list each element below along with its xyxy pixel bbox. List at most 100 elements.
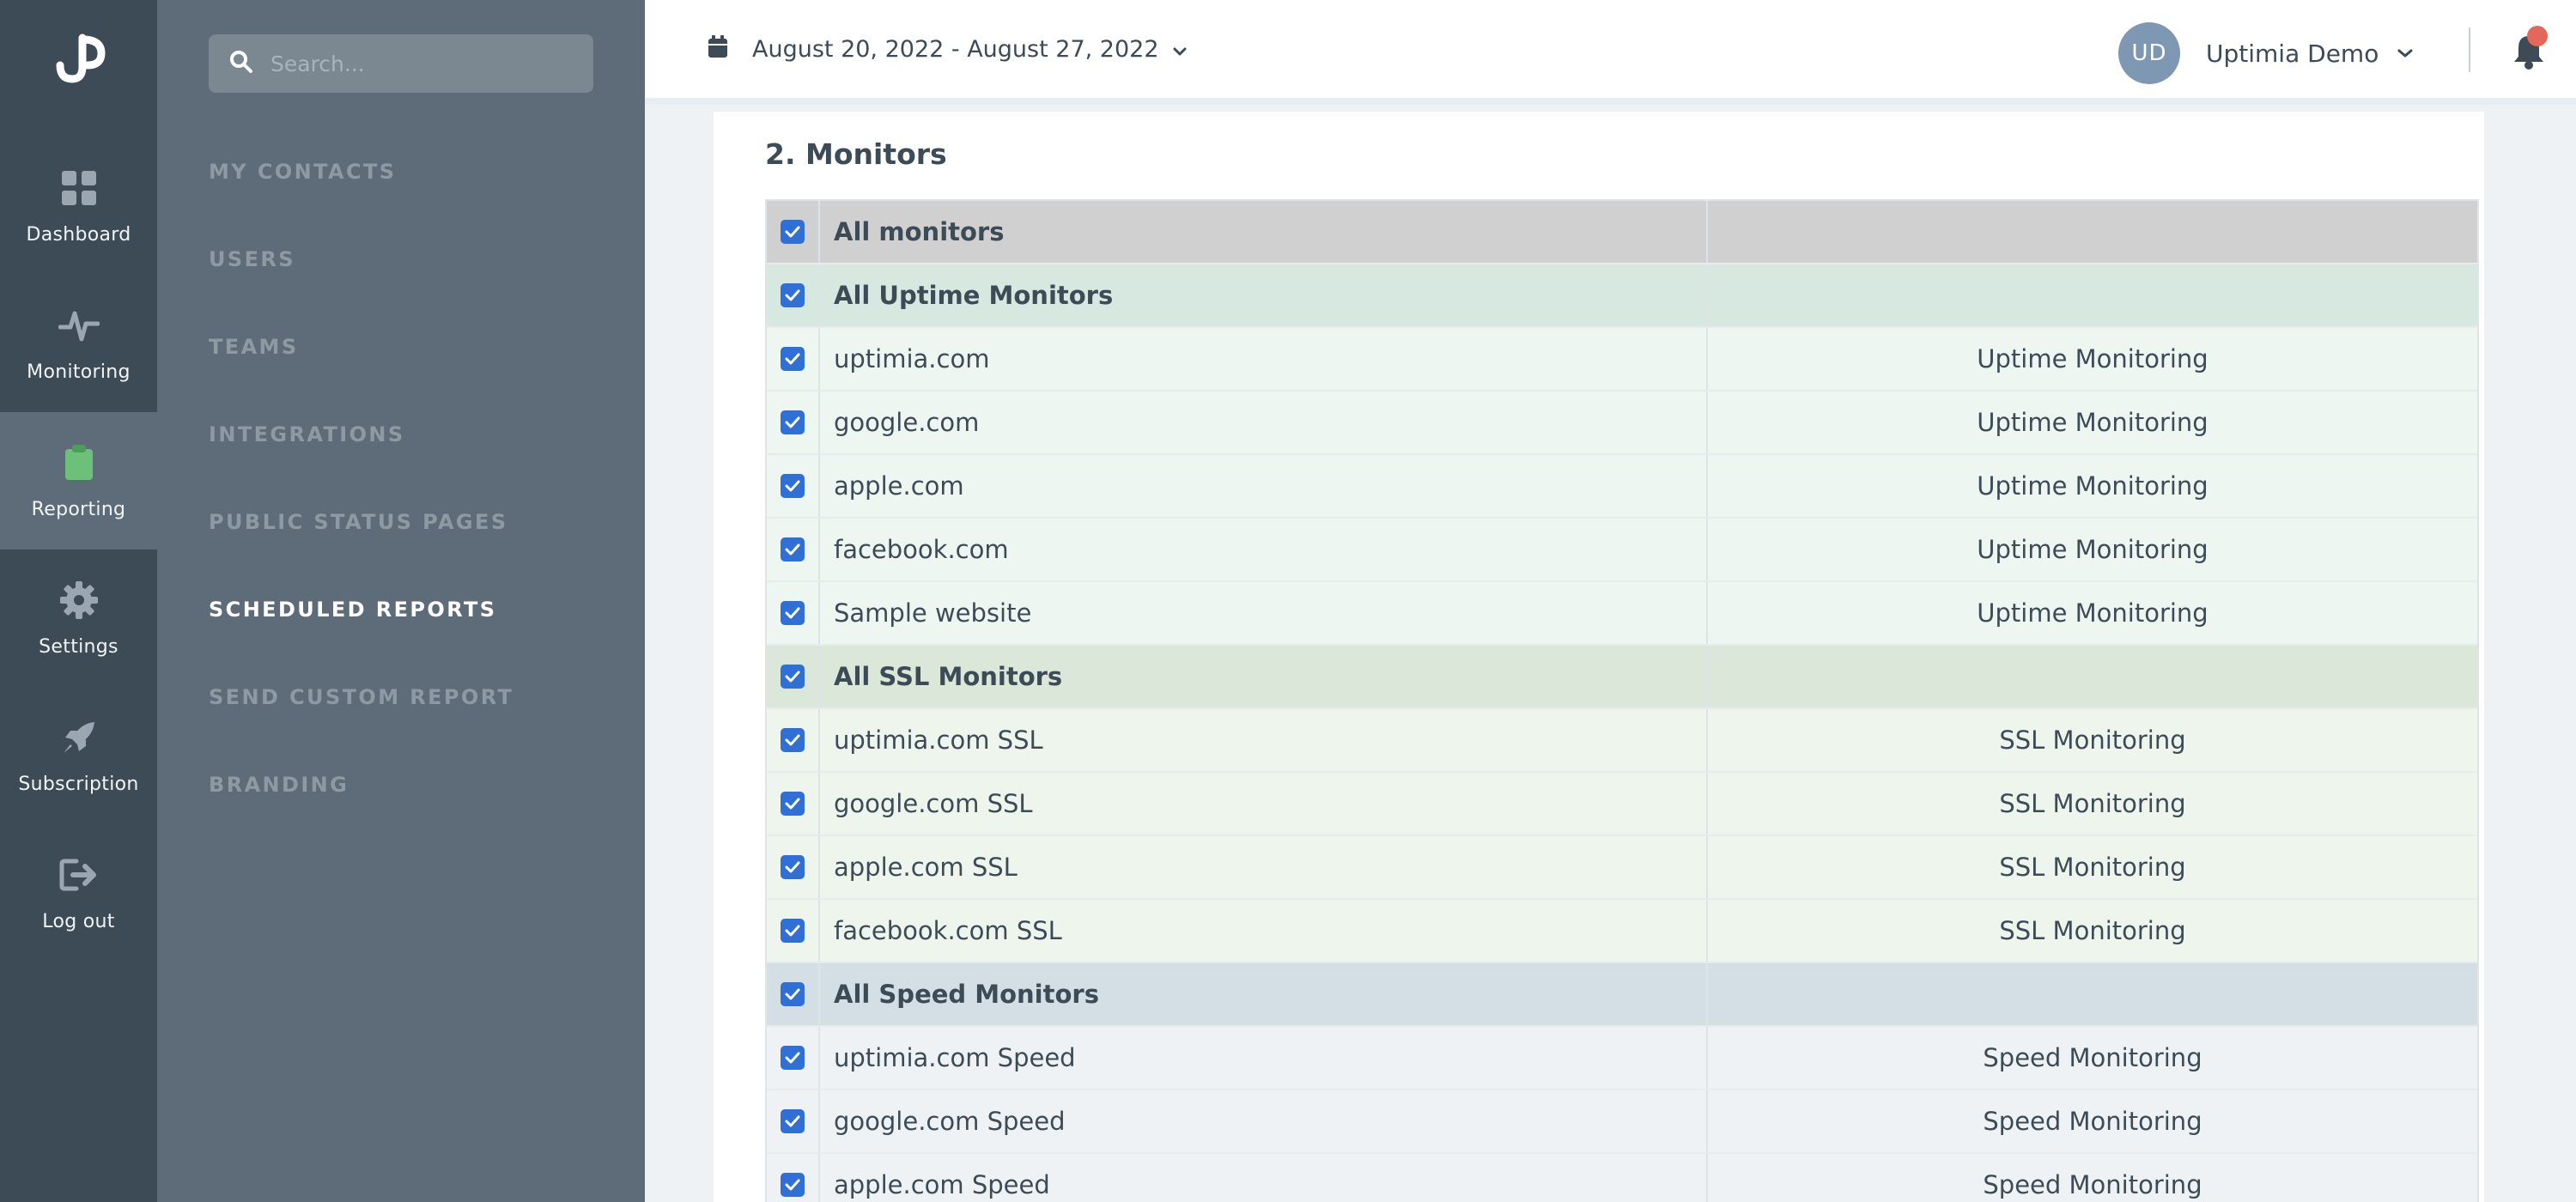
monitor-name: facebook.com — [820, 519, 1708, 580]
monitor-name: All SSL Monitors — [820, 646, 1708, 707]
sidebar-link-scheduled-reports[interactable]: SCHEDULED REPORTS — [209, 598, 496, 622]
app-logo[interactable] — [0, 27, 157, 96]
row-checkbox[interactable] — [781, 728, 805, 752]
group-row: All monitors — [767, 201, 2477, 264]
logout-icon — [58, 854, 100, 895]
checkbox-cell — [767, 519, 820, 580]
group-row: All Speed Monitors — [767, 963, 2477, 1027]
monitor-type: SSL Monitoring — [1999, 853, 2186, 882]
row-checkbox[interactable] — [781, 283, 805, 307]
rail-label-monitoring: Monitoring — [27, 361, 131, 383]
monitor-name: uptimia.com SSL — [820, 709, 1708, 771]
clipboard-icon — [58, 442, 100, 483]
row-checkbox[interactable] — [781, 1173, 805, 1197]
table-row: apple.com Speed Speed Monitoring — [767, 1154, 2477, 1202]
row-checkbox[interactable] — [781, 220, 805, 244]
rail-label-dashboard: Dashboard — [26, 223, 131, 246]
table-row: Sample website Uptime Monitoring — [767, 582, 2477, 646]
rail-item-dashboard[interactable]: Dashboard — [0, 137, 157, 275]
icon-rail: Dashboard Monitoring Reporting Settings … — [0, 0, 157, 1202]
sidebar-link-my-contacts[interactable]: MY CONTACTS — [209, 160, 396, 184]
checkbox-cell — [767, 582, 820, 644]
table-row: google.com Speed Speed Monitoring — [767, 1090, 2477, 1154]
date-range-label: August 20, 2022 - August 27, 2022 — [752, 36, 1159, 63]
row-checkbox[interactable] — [781, 474, 805, 498]
monitor-type: Uptime Monitoring — [1977, 598, 2208, 628]
rail-item-monitoring[interactable]: Monitoring — [0, 275, 157, 412]
search-icon — [229, 50, 253, 77]
checkbox-cell — [767, 328, 820, 390]
avatar: UD — [2118, 22, 2180, 84]
group-row: All Uptime Monitors — [767, 264, 2477, 328]
rail-item-subscription[interactable]: Subscription — [0, 687, 157, 824]
rail-label-logout: Log out — [42, 910, 115, 932]
checkbox-cell — [767, 1027, 820, 1089]
monitor-type: Uptime Monitoring — [1977, 408, 2208, 437]
row-checkbox[interactable] — [781, 982, 805, 1006]
table-row: apple.com Uptime Monitoring — [767, 455, 2477, 519]
checkbox-cell — [767, 1090, 820, 1152]
sidebar-link-users[interactable]: USERS — [209, 247, 295, 271]
rail-item-settings[interactable]: Settings — [0, 549, 157, 687]
row-checkbox[interactable] — [781, 919, 805, 943]
top-bar: August 20, 2022 - August 27, 2022 UD Upt… — [645, 0, 2576, 105]
table-row: facebook.com Uptime Monitoring — [767, 519, 2477, 582]
gear-icon — [58, 580, 100, 621]
monitor-type: SSL Monitoring — [1999, 789, 2186, 818]
monitor-name: All Speed Monitors — [820, 963, 1708, 1025]
chevron-down-icon — [1173, 36, 1187, 63]
row-checkbox[interactable] — [781, 1109, 805, 1133]
checkbox-cell — [767, 709, 820, 771]
checkbox-cell — [767, 900, 820, 962]
row-checkbox[interactable] — [781, 601, 805, 625]
section-title: 2. Monitors — [765, 137, 947, 171]
sidebar-link-integrations[interactable]: INTEGRATIONS — [209, 422, 405, 446]
user-menu[interactable]: UD Uptimia Demo — [2118, 22, 2413, 84]
monitor-name: google.com — [820, 392, 1708, 453]
monitor-type: Uptime Monitoring — [1977, 344, 2208, 373]
monitor-name: google.com SSL — [820, 773, 1708, 835]
checkbox-cell — [767, 836, 820, 898]
row-checkbox[interactable] — [781, 855, 805, 879]
monitor-name: All monitors — [820, 201, 1708, 263]
monitor-type — [1708, 963, 2477, 1025]
monitors-table: All monitors All Uptime Monitors uptimia.c… — [765, 199, 2479, 1202]
row-checkbox[interactable] — [781, 665, 805, 689]
sidebar-link-public-status-pages[interactable]: PUBLIC STATUS PAGES — [209, 510, 508, 534]
divider — [2469, 27, 2470, 72]
monitor-name: apple.com — [820, 455, 1708, 517]
monitor-name: uptimia.com Speed — [820, 1027, 1708, 1089]
table-row: google.com SSL SSL Monitoring — [767, 773, 2477, 836]
monitor-type: SSL Monitoring — [1999, 916, 2186, 945]
sidebar-link-branding[interactable]: BRANDING — [209, 773, 349, 797]
monitor-type: Uptime Monitoring — [1977, 535, 2208, 564]
row-checkbox[interactable] — [781, 410, 805, 434]
monitor-name: facebook.com SSL — [820, 900, 1708, 962]
table-row: uptimia.com Speed Speed Monitoring — [767, 1027, 2477, 1090]
sidebar-link-teams[interactable]: TEAMS — [209, 335, 299, 359]
date-range-picker[interactable]: August 20, 2022 - August 27, 2022 — [708, 34, 1187, 64]
monitor-type — [1708, 264, 2477, 326]
checkbox-cell — [767, 264, 820, 326]
monitor-name: apple.com SSL — [820, 836, 1708, 898]
row-checkbox[interactable] — [781, 347, 805, 371]
rail-item-logout[interactable]: Log out — [0, 824, 157, 962]
sidebar-link-send-custom-report[interactable]: SEND CUSTOM REPORT — [209, 685, 513, 709]
table-row: uptimia.com Uptime Monitoring — [767, 328, 2477, 392]
settings-sidebar: MY CONTACTS USERS TEAMS INTEGRATIONS PUB… — [157, 0, 645, 1202]
row-checkbox[interactable] — [781, 792, 805, 816]
rail-item-reporting[interactable]: Reporting — [0, 412, 157, 549]
report-card: 2. Monitors All monitors All Uptime Monit… — [714, 112, 2484, 1202]
checkbox-cell — [767, 392, 820, 453]
notification-badge — [2527, 26, 2548, 46]
monitor-name: All Uptime Monitors — [820, 264, 1708, 326]
monitor-type: SSL Monitoring — [1999, 725, 2186, 755]
monitor-type — [1708, 201, 2477, 263]
rocket-icon — [58, 717, 100, 758]
row-checkbox[interactable] — [781, 1046, 805, 1070]
search-input[interactable] — [270, 51, 593, 76]
row-checkbox[interactable] — [781, 537, 805, 562]
table-row: facebook.com SSL SSL Monitoring — [767, 900, 2477, 963]
checkbox-cell — [767, 773, 820, 835]
user-name: Uptimia Demo — [2206, 39, 2379, 68]
